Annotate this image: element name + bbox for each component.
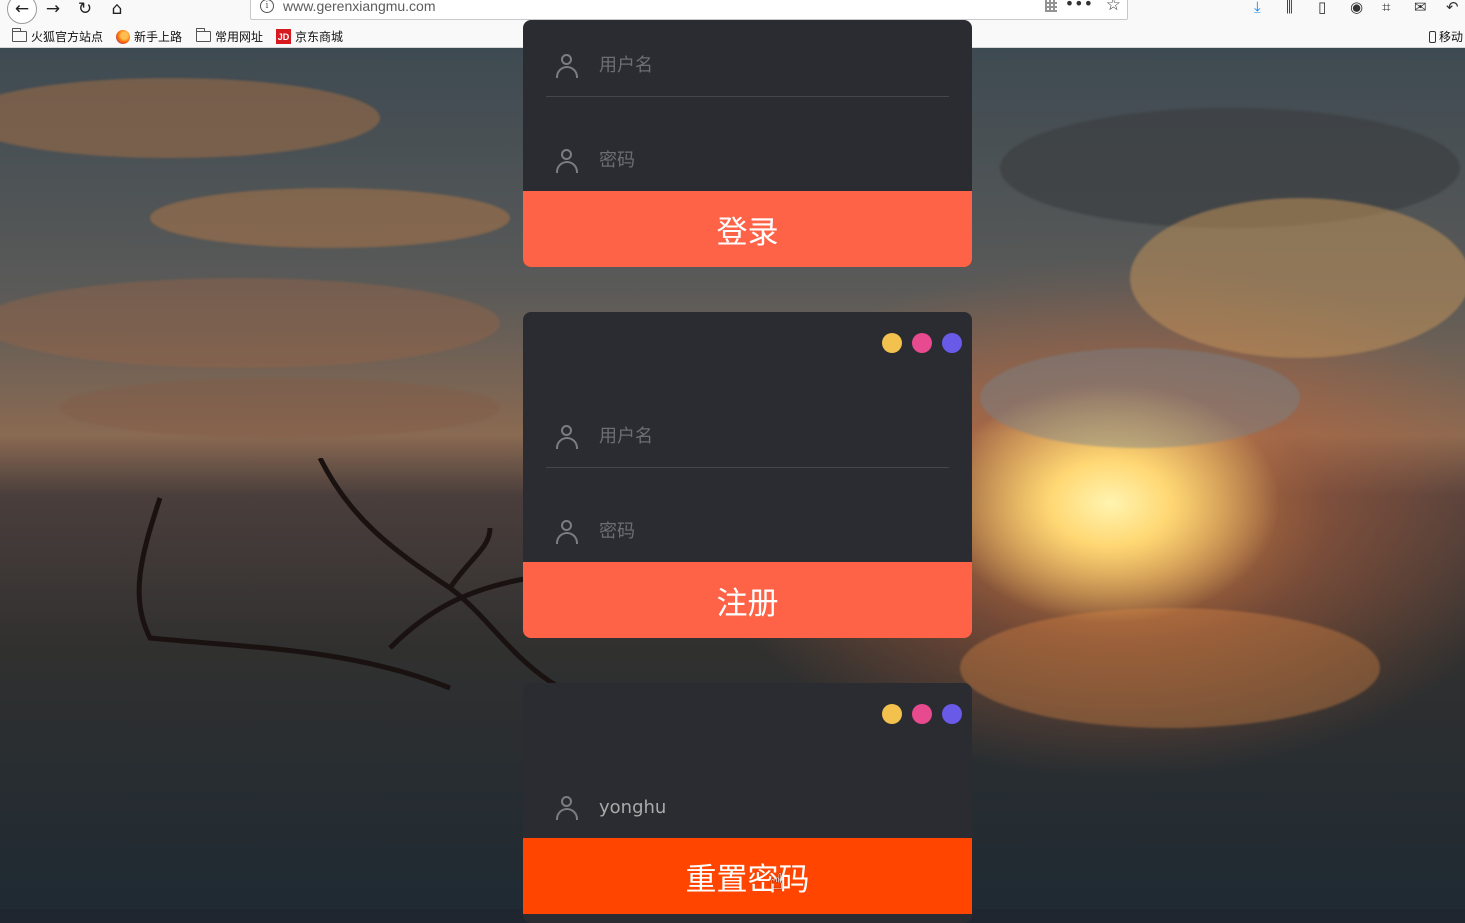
- forward-button[interactable]: →: [40, 0, 66, 22]
- url-text[interactable]: www.gerenxiangmu.com: [283, 0, 436, 14]
- user-icon: [556, 54, 578, 78]
- yellow-dot-icon[interactable]: [882, 704, 902, 724]
- bookmark-firefox-official[interactable]: 火狐官方站点: [12, 28, 103, 45]
- home-button[interactable]: ⌂: [104, 0, 130, 22]
- pink-dot-icon[interactable]: [912, 704, 932, 724]
- sidebar-icon[interactable]: ▯: [1318, 0, 1326, 16]
- qr-code-icon[interactable]: [1045, 0, 1057, 12]
- register-card: 注册: [523, 312, 972, 638]
- register-username-input[interactable]: [599, 421, 939, 451]
- login-password-field: [546, 145, 949, 191]
- pink-dot-icon[interactable]: [912, 333, 932, 353]
- user-icon: [556, 149, 578, 173]
- more-actions-icon[interactable]: •••: [1065, 0, 1093, 13]
- window-dots: [882, 704, 962, 724]
- purple-dot-icon[interactable]: [942, 333, 962, 353]
- chat-icon[interactable]: ✉: [1414, 0, 1427, 16]
- arrow-left-icon: ←: [14, 0, 30, 19]
- register-username-field: [546, 421, 949, 468]
- register-button[interactable]: 注册: [523, 562, 972, 638]
- jd-icon: JD: [276, 29, 291, 44]
- user-icon: [556, 520, 578, 544]
- reset-username-field: [546, 792, 949, 839]
- login-username-field: [546, 50, 949, 97]
- register-password-input[interactable]: [599, 516, 939, 546]
- back-button[interactable]: ←: [7, 0, 37, 24]
- hand-cursor-icon: ☝: [770, 870, 784, 895]
- register-password-field: [546, 516, 949, 562]
- reload-button[interactable]: ↻: [72, 0, 98, 22]
- window-dots: [882, 333, 962, 353]
- undo-icon[interactable]: ↶: [1446, 0, 1459, 16]
- site-info-icon[interactable]: i: [260, 0, 274, 13]
- reset-password-card: 重置密码: [523, 683, 972, 923]
- reset-password-button[interactable]: 重置密码: [523, 838, 972, 914]
- arrow-right-icon: →: [45, 0, 61, 19]
- firefox-icon: [116, 29, 130, 44]
- user-icon: [556, 796, 578, 820]
- login-button[interactable]: 登录: [523, 191, 972, 267]
- address-bar[interactable]: i www.gerenxiangmu.com ••• ☆: [250, 0, 1128, 20]
- bookmark-jd-mall[interactable]: JD 京东商城: [276, 28, 343, 45]
- login-card: 登录: [523, 20, 972, 267]
- purple-dot-icon[interactable]: [942, 704, 962, 724]
- reset-username-input[interactable]: [599, 792, 939, 822]
- reload-icon: ↻: [77, 0, 93, 19]
- screenshot-icon[interactable]: ⌗: [1382, 0, 1390, 16]
- home-icon: ⌂: [111, 0, 123, 19]
- branch-silhouette: [136, 458, 562, 691]
- mobile-bookmarks[interactable]: 移动: [1428, 28, 1463, 45]
- bookmark-star-icon[interactable]: ☆: [1106, 0, 1121, 15]
- bookmark-getting-started[interactable]: 新手上路: [116, 28, 182, 45]
- phone-icon: [1428, 30, 1436, 43]
- login-username-input[interactable]: [599, 50, 939, 80]
- login-password-input[interactable]: [599, 145, 939, 175]
- account-icon[interactable]: ◉: [1350, 0, 1363, 16]
- yellow-dot-icon[interactable]: [882, 333, 902, 353]
- folder-icon: [196, 28, 211, 42]
- library-icon[interactable]: ⫼: [1286, 0, 1293, 16]
- bookmark-common-sites[interactable]: 常用网址: [196, 28, 263, 45]
- folder-icon: [12, 28, 27, 42]
- download-icon[interactable]: ⤓: [1254, 0, 1261, 16]
- user-icon: [556, 425, 578, 449]
